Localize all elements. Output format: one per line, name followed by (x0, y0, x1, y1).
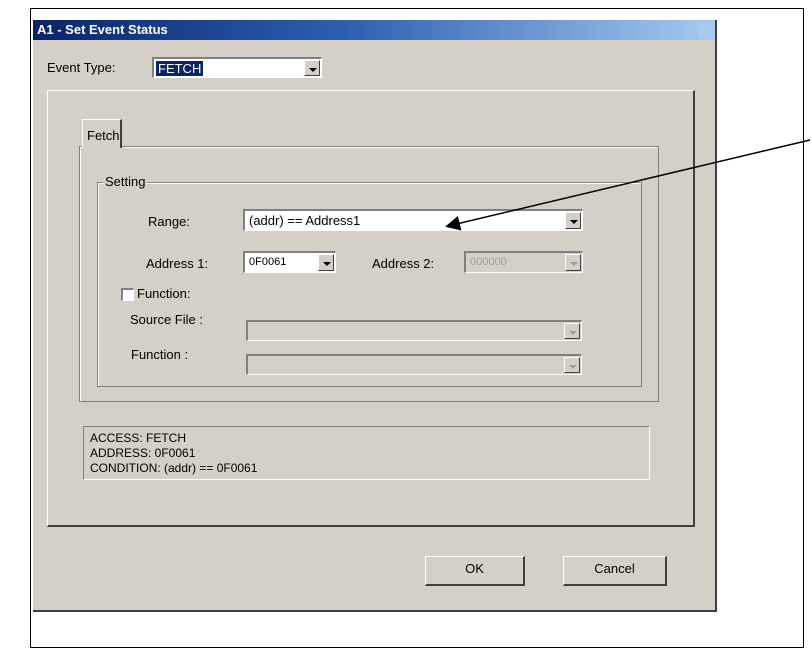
callout-arrow-icon (445, 139, 811, 231)
